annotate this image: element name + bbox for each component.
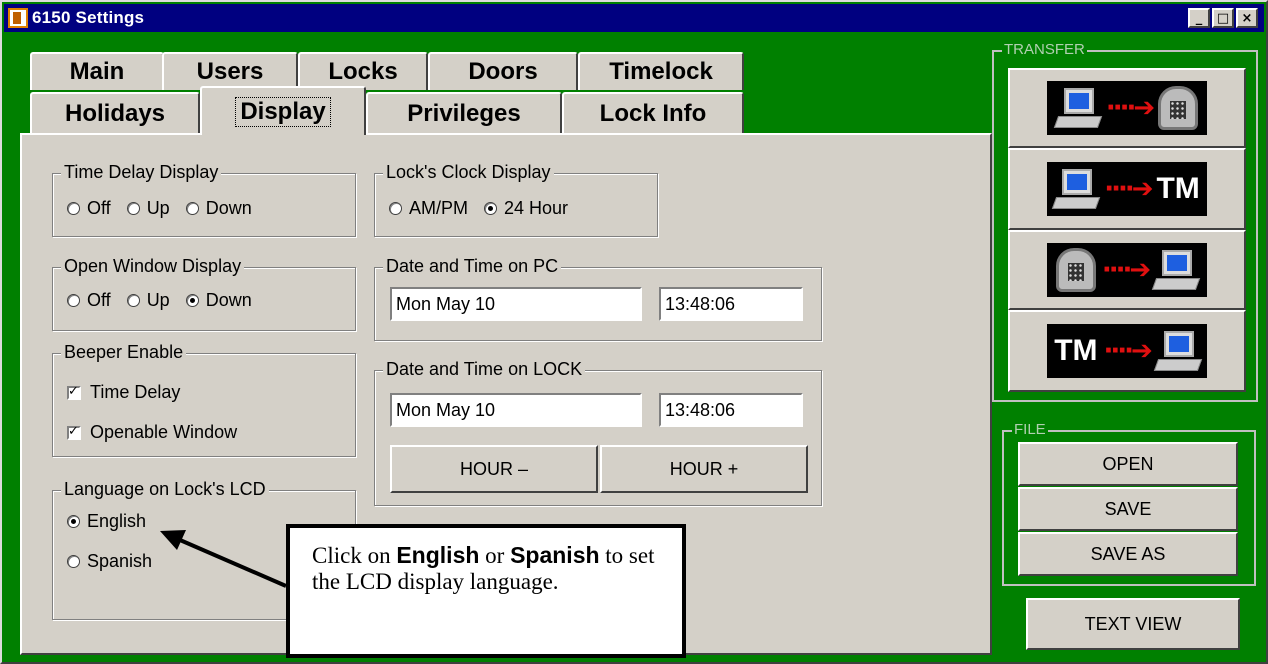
title-bar[interactable]: 6150 Settings _ □ × <box>4 4 1264 32</box>
radio-up[interactable] <box>126 202 140 215</box>
close-button[interactable]: × <box>1236 8 1258 28</box>
callout-box: Click on English or Spanish to set the L… <box>286 524 686 658</box>
tab-doors[interactable]: Doors <box>428 52 578 90</box>
tab-lock-info[interactable]: Lock Info <box>562 92 744 134</box>
save-as-button[interactable]: SAVE AS <box>1018 532 1238 576</box>
lock-icon <box>1055 248 1096 292</box>
transfer-legend: TRANSFER <box>1002 41 1087 58</box>
computer-icon <box>1151 248 1201 292</box>
callout-spanish: Spanish <box>510 542 600 568</box>
tm-icon: TM <box>1156 172 1200 205</box>
lock-to-pc-icon: ····➔ <box>1047 243 1207 297</box>
arrow-icon: ····➔ <box>1103 336 1153 366</box>
beeper-enable-group: Beeper Enable Time Delay Openable Window <box>52 342 356 457</box>
tab-holidays[interactable]: Holidays <box>30 92 200 134</box>
pc-date-field[interactable]: Mon May 10 <box>390 287 642 321</box>
group-legend: Time Delay Display <box>61 162 222 183</box>
window-title: 6150 Settings <box>32 8 145 27</box>
radio-off[interactable] <box>67 294 80 307</box>
tab-main[interactable]: Main <box>30 52 164 90</box>
time-delay-display-group: Time Delay Display Off Up Down <box>52 162 356 237</box>
app-icon[interactable] <box>8 8 28 28</box>
time-delay-checkbox[interactable] <box>67 385 81 400</box>
radio-down[interactable] <box>185 202 199 215</box>
radio-up[interactable] <box>126 294 140 307</box>
minimize-button[interactable]: _ <box>1188 8 1210 28</box>
radio-am-pm[interactable] <box>389 202 402 215</box>
transfer-lock-to-pc-button[interactable]: ····➔ <box>1008 230 1246 310</box>
tab-privileges[interactable]: Privileges <box>366 92 562 134</box>
transfer-pc-to-lock-button[interactable]: ····➔ <box>1008 68 1246 148</box>
maximize-button[interactable]: □ <box>1212 8 1234 28</box>
hour-plus-button[interactable]: HOUR + <box>600 445 808 493</box>
file-legend: FILE <box>1012 421 1048 438</box>
save-button[interactable]: SAVE <box>1018 487 1238 531</box>
callout-english: English <box>396 542 480 568</box>
pc-to-tm-icon: ····➔ TM <box>1047 162 1207 216</box>
computer-icon <box>1052 167 1101 211</box>
text-view-button[interactable]: TEXT VIEW <box>1026 598 1240 650</box>
group-legend: Beeper Enable <box>61 342 187 363</box>
openable-window-checkbox[interactable] <box>67 425 81 440</box>
pc-to-lock-icon: ····➔ <box>1047 81 1207 135</box>
lock-date-field[interactable]: Mon May 10 <box>390 393 642 427</box>
tm-icon: TM <box>1054 334 1098 367</box>
tab-users[interactable]: Users <box>162 52 298 90</box>
open-button[interactable]: OPEN <box>1018 442 1238 486</box>
radio-off[interactable] <box>67 202 80 215</box>
lock-clock-display-group: Lock's Clock Display AM/PM 24 Hour <box>374 162 658 237</box>
group-legend: Date and Time on LOCK <box>383 359 586 380</box>
tab-display[interactable]: Display <box>200 86 366 135</box>
group-legend: Lock's Clock Display <box>383 162 554 183</box>
transfer-pc-to-tm-button[interactable]: ····➔ TM <box>1008 148 1246 230</box>
radio-24-hour[interactable] <box>484 202 498 215</box>
group-legend: Date and Time on PC <box>383 256 562 277</box>
hour-minus-button[interactable]: HOUR – <box>390 445 598 493</box>
group-legend: Open Window Display <box>61 256 245 277</box>
lock-time-field[interactable]: 13:48:06 <box>659 393 803 427</box>
tab-timelock[interactable]: Timelock <box>578 52 744 90</box>
pc-time-field[interactable]: 13:48:06 <box>659 287 803 321</box>
tm-to-pc-icon: TM ····➔ <box>1047 324 1207 378</box>
radio-english[interactable] <box>67 515 80 528</box>
tab-locks[interactable]: Locks <box>298 52 428 90</box>
radio-down[interactable] <box>185 294 199 307</box>
lock-icon <box>1158 86 1199 130</box>
group-legend: Language on Lock's LCD <box>61 479 269 500</box>
transfer-tm-to-pc-button[interactable]: TM ····➔ <box>1008 310 1246 392</box>
computer-icon <box>1053 86 1103 130</box>
arrow-icon: ····➔ <box>1105 93 1155 123</box>
open-window-display-group: Open Window Display Off Up Down <box>52 256 356 331</box>
arrow-icon: ····➔ <box>1101 255 1151 285</box>
radio-spanish[interactable] <box>67 555 80 568</box>
computer-icon <box>1153 329 1202 373</box>
arrow-icon: ····➔ <box>1104 174 1153 204</box>
